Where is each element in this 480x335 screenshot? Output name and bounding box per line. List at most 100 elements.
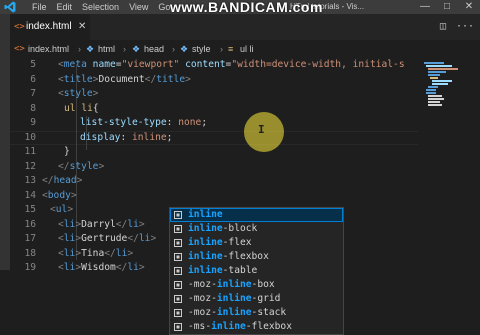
code-text: <title>Document</title> <box>58 73 191 88</box>
suggest-match: inline <box>216 279 252 290</box>
code-text: <style> <box>58 87 98 102</box>
code-token: meta <box>63 59 87 70</box>
property-value-icon <box>174 239 182 247</box>
code-token: li <box>115 247 128 259</box>
property-value-icon <box>174 281 182 289</box>
breadcrumb-selector[interactable]: ul li <box>240 40 254 58</box>
tab-actions: ◫ ··· <box>440 14 474 40</box>
suggest-suffix: -flexbox <box>245 321 292 332</box>
suggest-item[interactable]: -ms-inline-flexbox <box>170 320 343 334</box>
code-editor[interactable]: 5 <meta name="viewport" content="width=de… <box>10 58 418 335</box>
code-token: </ <box>58 160 70 172</box>
code-text: <li>Gertrude</li> <box>58 232 156 247</box>
menu-bar: File Edit Selection View Go <box>32 1 170 13</box>
code-token: </ <box>115 262 128 273</box>
line-number: 9 <box>30 117 36 128</box>
code-token: Tina <box>81 247 105 259</box>
code-line[interactable]: 10 display: inline; <box>10 131 418 146</box>
suggest-suffix: -stack <box>251 307 287 318</box>
split-editor-icon[interactable]: ◫ <box>440 14 446 40</box>
menu-go[interactable]: Go <box>158 1 170 13</box>
suggest-item[interactable]: inline <box>170 208 343 222</box>
code-line[interactable]: 14 <body> <box>10 189 418 204</box>
property-value-icon <box>174 225 182 233</box>
tab-bar: <> index.html ✕ ◫ ··· <box>10 14 480 40</box>
suggest-item[interactable]: -moz-inline-grid <box>170 292 343 306</box>
code-token: > <box>150 233 157 244</box>
code-token: </ <box>144 73 157 85</box>
chevron-right-icon: › <box>172 44 175 54</box>
code-line[interactable]: 8 ul li{ <box>10 102 418 117</box>
text-cursor-icon: I <box>258 123 265 136</box>
code-token: li <box>127 218 139 230</box>
line-number: 7 <box>30 88 36 99</box>
vscode-logo-icon <box>4 1 16 13</box>
breadcrumb-file[interactable]: index.html <box>28 40 69 58</box>
code-token: Document <box>98 73 145 85</box>
code-token: > <box>92 88 99 99</box>
tab-index-html[interactable]: <> index.html ✕ <box>10 14 90 40</box>
menu-view[interactable]: View <box>129 1 148 13</box>
code-token: li <box>63 247 76 259</box>
line-number: 15 <box>24 204 36 215</box>
suggest-label: inline-flexbox <box>188 250 269 264</box>
suggest-item[interactable]: -moz-inline-stack <box>170 306 343 320</box>
suggest-match: inline <box>216 307 252 318</box>
suggest-label: inline-flex <box>188 236 252 250</box>
suggest-item[interactable]: inline-flex <box>170 236 343 250</box>
element-icon: ❖ <box>132 44 141 54</box>
code-text: <ul> <box>50 203 73 218</box>
suggest-match: inline <box>188 251 223 262</box>
code-token: inline <box>132 131 167 143</box>
suggest-suffix: -flex <box>222 237 252 248</box>
code-token: > <box>70 189 77 201</box>
breadcrumb-head[interactable]: head <box>144 40 164 58</box>
code-token: > <box>138 262 145 273</box>
menu-edit[interactable]: Edit <box>57 1 73 13</box>
selector-icon: ≡ <box>228 44 234 54</box>
code-token: : <box>166 117 179 128</box>
suggest-label: -moz-inline-box <box>188 278 275 292</box>
code-text: <meta name="viewport" content="width=dev… <box>58 58 405 73</box>
code-token: > <box>127 247 134 259</box>
line-number: 18 <box>24 247 36 259</box>
property-value-icon <box>174 309 182 317</box>
line-number: 8 <box>30 102 36 114</box>
code-line[interactable]: 7 <style> <box>10 87 418 102</box>
code-token: : <box>120 131 132 143</box>
suggest-item[interactable]: inline-flexbox <box>170 250 343 264</box>
html-file-icon: <> <box>14 44 25 54</box>
code-line[interactable]: 9 list-style-type: none; <box>10 116 418 131</box>
window-close-icon[interactable]: ✕ <box>458 0 480 14</box>
code-line[interactable]: 11} <box>10 145 418 160</box>
code-text: ul li{ <box>64 102 99 117</box>
close-icon[interactable]: ✕ <box>78 14 86 40</box>
breadcrumb-html[interactable]: html <box>98 40 115 58</box>
suggest-label: -ms-inline-flexbox <box>188 320 292 334</box>
suggest-match: inline <box>188 209 223 220</box>
code-line[interactable]: 12 </style> <box>10 160 418 175</box>
suggest-item[interactable]: -moz-inline-box <box>170 278 343 292</box>
minimize-icon[interactable]: — <box>414 0 436 14</box>
suggest-label: -moz-inline-grid <box>188 292 280 306</box>
code-line[interactable]: 13 </head> <box>10 174 418 189</box>
suggest-prefix: -moz- <box>188 279 217 290</box>
code-text: list-style-type: none; <box>80 116 207 131</box>
code-line[interactable]: 5 <meta name="viewport" content="width=de… <box>10 58 418 73</box>
breadcrumb: <> index.html › ❖ html › ❖ head › ❖ styl… <box>10 40 480 58</box>
minimap[interactable] <box>418 58 480 270</box>
suggest-item[interactable]: inline-table <box>170 264 343 278</box>
breadcrumb-style[interactable]: style <box>192 40 211 58</box>
suggest-item[interactable]: inline-block <box>170 222 343 236</box>
property-value-icon <box>174 323 182 331</box>
more-actions-icon[interactable]: ··· <box>456 14 474 40</box>
code-token: ul <box>55 204 68 215</box>
code-line[interactable]: 6 <title>Document</title> <box>10 73 418 88</box>
menu-file[interactable]: File <box>32 1 47 13</box>
line-number: 5 <box>30 59 36 70</box>
maximize-icon[interactable]: □ <box>436 0 458 14</box>
suggest-prefix: -moz- <box>188 293 217 304</box>
suggest-prefix: -moz- <box>188 307 217 318</box>
menu-selection[interactable]: Selection <box>82 1 119 13</box>
code-text: <li>Darryl</li> <box>58 218 145 233</box>
